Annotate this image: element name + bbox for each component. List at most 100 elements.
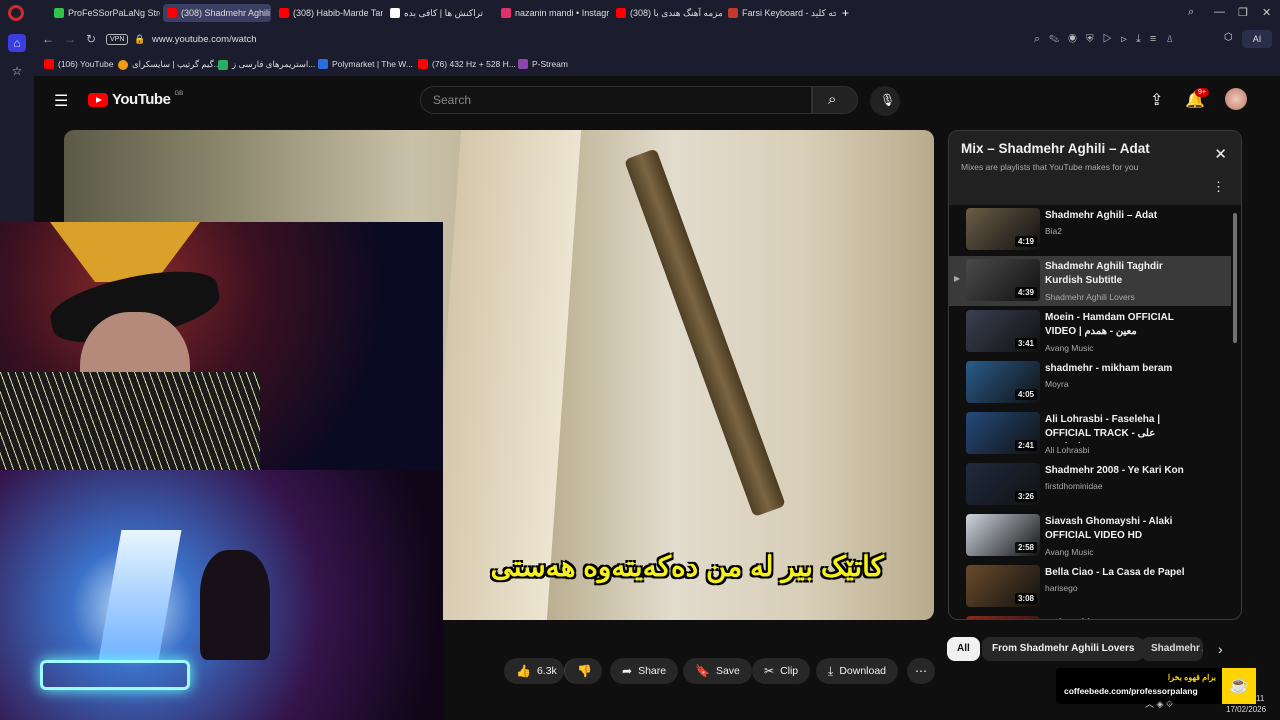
bookmark-youtube[interactable]: (106) YouTube — [44, 59, 113, 69]
playlist-thumbnail[interactable]: 2:41 — [966, 412, 1040, 454]
playlist-thumbnail[interactable]: 3:26 — [966, 463, 1040, 505]
playlist-item-title[interactable]: Moein - Hamdam OFFICIAL VIDEO | معین - ه… — [1045, 311, 1193, 339]
bookmark-432hz[interactable]: (76) 432 Hz + 528 H... — [418, 59, 516, 69]
youtube-favicon-icon — [279, 8, 289, 18]
playlist-item-channel: Avang Music — [1045, 343, 1094, 353]
playlist-header: Mix – Shadmehr Aghili – Adat Mixes are p… — [949, 131, 1241, 205]
tab-transactions[interactable]: تراکنش ها | کافی بده — [386, 4, 494, 22]
chip-from-lovers[interactable]: From Shadmehr Aghili Lovers — [982, 637, 1145, 661]
maximize-button[interactable]: ❐ — [1238, 6, 1248, 19]
playlist-thumbnail[interactable]: 3:41 — [966, 310, 1040, 352]
chip-all[interactable]: All — [947, 637, 980, 661]
tab-instagram[interactable]: nazanin mandi • Instagram — [497, 4, 609, 22]
chevron-right-icon[interactable]: › — [1218, 641, 1223, 657]
tab-search-icon[interactable]: ⌕ — [1188, 6, 1194, 19]
upload-icon[interactable]: ⇪ — [1150, 90, 1163, 110]
save-button[interactable]: 🔖 Save — [683, 658, 752, 684]
playlist-item[interactable]: Gole Yakh — [949, 613, 1231, 619]
vpn-badge[interactable]: VPN — [106, 34, 129, 45]
playlist-item[interactable]: 2:58 Siavash Ghomayshi - Alaki OFFICIAL V… — [949, 511, 1231, 561]
more-options-icon[interactable]: ⋮ — [1212, 179, 1225, 195]
playlist-title[interactable]: Mix – Shadmehr Aghili – Adat — [961, 141, 1229, 156]
playlist-item[interactable]: 4:19 Shadmehr Aghili – Adat Bia2 — [949, 205, 1231, 255]
playlist-item-channel: Moyra — [1045, 379, 1069, 389]
rgb-desk-light — [40, 660, 190, 690]
star-icon[interactable]: ☆ — [8, 62, 26, 80]
microphone-icon: 🎙 — [880, 93, 896, 107]
tab-shadmehr[interactable]: (308) Shadmehr Aghili — [163, 4, 271, 22]
voice-search-button[interactable]: 🎙 — [870, 86, 900, 116]
playlist-thumbnail[interactable]: 2:58 — [966, 514, 1040, 556]
forward-arrow-icon[interactable]: → — [64, 32, 76, 46]
coffee-cup-icon: ☕ — [1222, 668, 1256, 704]
youtube-favicon-icon — [418, 59, 428, 69]
more-actions-button[interactable]: ⋯ — [907, 658, 935, 684]
keyboard-favicon-icon — [728, 8, 738, 18]
playlist-thumbnail[interactable]: 4:05 — [966, 361, 1040, 403]
new-tab-button[interactable]: + — [838, 4, 854, 22]
playlist-item[interactable]: 3:26 Shadmehr 2008 - Ye Kari Kon firstdhom… — [949, 460, 1231, 510]
back-arrow-icon[interactable]: ← — [42, 32, 54, 46]
playlist-item-title[interactable]: shadmehr - mikham beram — [1045, 362, 1193, 376]
opera-logo-icon[interactable] — [8, 5, 24, 21]
tab-hindi-song[interactable]: (308) زمزمه آهنگ هندی با — [612, 4, 722, 22]
clip-button[interactable]: ✂ Clip — [752, 658, 811, 684]
dislike-button[interactable]: 👎 — [564, 658, 602, 684]
cube-icon[interactable]: ⬡ — [1224, 32, 1233, 43]
playlist-item-title[interactable]: Ali Lohrasbi - Faseleha | OFFICIAL TRACK… — [1045, 413, 1193, 443]
coffee-banner-handle: coffeebede.com/professorpalang — [1064, 686, 1198, 696]
playlist-item-title[interactable]: Bella Ciao - La Casa de Papel — [1045, 566, 1193, 580]
playlist-thumbnail[interactable]: 4:39 — [966, 259, 1040, 301]
youtube-favicon-icon — [167, 8, 177, 18]
home-icon[interactable]: ⌂ — [8, 34, 26, 52]
minimize-button[interactable]: — — [1214, 6, 1225, 18]
reload-icon[interactable]: ↻ — [86, 32, 96, 46]
playlist-item[interactable]: 3:08 Bella Ciao - La Casa de Papel hariseg… — [949, 562, 1231, 612]
playlist-thumbnail[interactable]: 3:08 — [966, 565, 1040, 607]
playlist-item[interactable]: 4:05 shadmehr - mikham beram Moyra — [949, 358, 1231, 408]
playlist-item-title[interactable]: Gole Yakh — [1045, 617, 1193, 619]
avatar[interactable] — [1225, 88, 1247, 110]
like-button[interactable]: 👍 6.3k — [504, 658, 564, 684]
close-window-button[interactable]: ✕ — [1262, 6, 1271, 19]
bookmark-streamers[interactable]: استریمرهای فارسی ز... — [218, 59, 315, 70]
lock-icon[interactable]: 🔒 — [134, 34, 145, 45]
download-button[interactable]: ⤓ Download — [816, 658, 899, 684]
tab-farsi-keyboard[interactable]: Farsi Keyboard - صفحه کلید — [724, 4, 836, 22]
playlist-item[interactable]: ▶ 4:39 Shadmehr Aghili Taghdir Kurdish Sub… — [949, 256, 1231, 306]
search-input[interactable]: Search — [420, 86, 812, 114]
tab-favicon-icon — [54, 8, 64, 18]
playlist-item[interactable]: 2:41 Ali Lohrasbi - Faseleha | OFFICIAL T… — [949, 409, 1231, 459]
duration-badge: 3:41 — [1014, 338, 1037, 349]
playlist-scrollbar[interactable] — [1233, 213, 1237, 343]
bookmark-polymarket[interactable]: Polymarket | The W... — [318, 59, 413, 69]
search-button[interactable]: ⌕ — [812, 86, 858, 114]
bookmark-pstream[interactable]: P-Stream — [518, 59, 568, 69]
tab-habib[interactable]: (308) Habib-Marde Tanha — [275, 4, 383, 22]
playlist-item-channel: harisego — [1045, 583, 1078, 593]
chip-shadmehr[interactable]: Shadmehr A — [1141, 637, 1203, 661]
tab-stream[interactable]: ProFeSSorPaLaNg Stream — [50, 4, 160, 22]
playlist-item-title[interactable]: Shadmehr 2008 - Ye Kari Kon — [1045, 464, 1193, 478]
playlist-item-title[interactable]: Siavash Ghomayshi - Alaki OFFICIAL VIDEO… — [1045, 515, 1193, 543]
bookmark-game[interactable]: گیم گرتیپ | سایسکرای... — [118, 59, 221, 70]
taskbar-tray-icons[interactable]: ︿ ◈ ⟐ — [1145, 697, 1173, 710]
hamburger-menu-icon[interactable]: ☰ — [54, 91, 68, 111]
share-button[interactable]: ➦ Share — [610, 658, 679, 684]
youtube-logo[interactable]: YouTube GB — [88, 91, 183, 108]
playlist-item-channel: Ali Lohrasbi — [1045, 445, 1090, 455]
playlist-item[interactable]: 3:41 Moein - Hamdam OFFICIAL VIDEO | معین… — [949, 307, 1231, 357]
instagram-favicon-icon — [501, 8, 511, 18]
playlist-thumbnail[interactable] — [966, 616, 1040, 619]
playlist-item-title[interactable]: Shadmehr Aghili Taghdir Kurdish Subtitle — [1045, 260, 1193, 288]
coffee-banner-title: برام قهوه بخرا — [1167, 673, 1216, 682]
playlist-item-channel: Avang Music — [1045, 547, 1094, 557]
playlist-item-title[interactable]: Shadmehr Aghili – Adat — [1045, 209, 1193, 223]
tab-strip: ProFeSSorPaLaNg Stream (308) Shadmehr Ag… — [0, 0, 1280, 26]
close-icon[interactable]: ✕ — [1214, 145, 1227, 163]
ai-button[interactable]: AI — [1242, 30, 1272, 48]
youtube-play-icon — [88, 92, 108, 107]
playlist-thumbnail[interactable]: 4:19 — [966, 208, 1040, 250]
address-tools-icons[interactable]: ⌕✎◉⛨▷⊳⤓≡♙ — [1034, 33, 1183, 46]
url-field[interactable]: www.youtube.com/watch — [152, 34, 257, 45]
